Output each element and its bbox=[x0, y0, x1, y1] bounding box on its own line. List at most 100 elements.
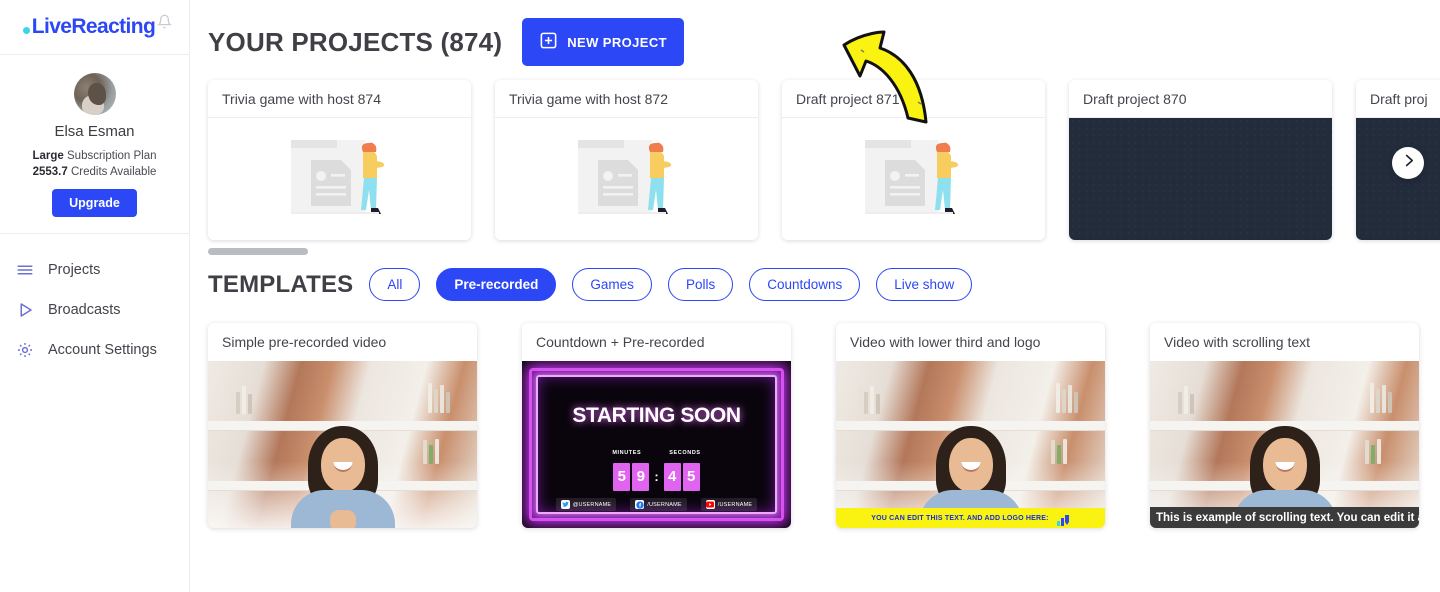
project-card-title: Trivia game with host 872 bbox=[495, 80, 758, 118]
template-card[interactable]: Video with scrolling text This is exampl… bbox=[1150, 323, 1419, 528]
countdown-headline: STARTING SOON bbox=[572, 404, 741, 428]
webcam-photo bbox=[1150, 361, 1419, 528]
template-thumbnail: This is example of scrolling text. You c… bbox=[1150, 361, 1419, 528]
seconds-digit-tens: 4 bbox=[663, 462, 681, 491]
template-filter-live-show[interactable]: Live show bbox=[876, 268, 973, 301]
seconds-digit-ones: 5 bbox=[682, 462, 700, 491]
avatar[interactable] bbox=[73, 73, 116, 115]
template-thumbnail: YOU CAN EDIT THIS TEXT. AND ADD LOGO HER… bbox=[836, 361, 1105, 528]
projects-track: Trivia game with host 874 Trivia game wi… bbox=[208, 80, 1440, 240]
scrolling-text-bar: This is example of scrolling text. You c… bbox=[1150, 507, 1419, 528]
template-card[interactable]: Countdown + Pre-recorded STARTING SOON M… bbox=[522, 323, 791, 528]
template-card-title: Video with scrolling text bbox=[1164, 334, 1311, 350]
projects-carousel[interactable]: Trivia game with host 874 Trivia game wi… bbox=[190, 80, 1440, 255]
play-triangle-icon bbox=[16, 301, 34, 319]
projects-scrollbar-thumb[interactable] bbox=[208, 248, 308, 255]
brand-name: LiveReacting bbox=[31, 15, 156, 38]
profile-block: Elsa Esman Large Subscription Plan 2553.… bbox=[0, 55, 189, 234]
templates-title: TEMPLATES bbox=[208, 270, 354, 298]
main-content: YOUR PROJECTS (874) NEW PROJECT Trivia g… bbox=[190, 0, 1440, 592]
facebook-icon bbox=[635, 500, 645, 509]
social-handle: /USERNAME bbox=[647, 501, 682, 508]
project-card[interactable]: Draft project 870 bbox=[1069, 80, 1332, 240]
subscription-plan: Large Subscription Plan bbox=[10, 150, 179, 162]
scrolling-text: This is example of scrolling text. You c… bbox=[1156, 511, 1419, 524]
template-filter-countdowns[interactable]: Countdowns bbox=[749, 268, 861, 301]
sidebar-item-label: Broadcasts bbox=[48, 302, 121, 318]
template-filter-polls[interactable]: Polls bbox=[667, 268, 734, 301]
countdown-socials: @USERNAME /USERNAME /USERNAME bbox=[522, 498, 791, 511]
credits-available: 2553.7 Credits Available bbox=[10, 166, 179, 178]
project-thumbnail bbox=[1069, 118, 1332, 240]
carousel-next-button[interactable] bbox=[1392, 147, 1424, 179]
new-project-label: NEW PROJECT bbox=[567, 34, 667, 50]
template-card-title: Video with lower third and logo bbox=[850, 334, 1041, 350]
project-card-title: Trivia game with host 874 bbox=[208, 80, 471, 118]
projects-header: YOUR PROJECTS (874) NEW PROJECT bbox=[190, 0, 1440, 66]
credits-value: 2553.7 bbox=[32, 166, 68, 178]
project-card[interactable]: Trivia game with host 874 bbox=[208, 80, 471, 240]
minutes-label: MINUTES bbox=[612, 449, 642, 456]
projects-scrollbar-track[interactable] bbox=[208, 248, 1440, 255]
countdown-digits: 5 9 : 4 5 bbox=[522, 462, 791, 491]
template-card[interactable]: Simple pre-recorded video bbox=[208, 323, 477, 528]
webcam-photo bbox=[208, 361, 477, 528]
templates-grid: Simple pre-recorded video Countdown + Pr… bbox=[190, 301, 1440, 528]
plan-label: Subscription Plan bbox=[63, 150, 157, 162]
new-project-button[interactable]: NEW PROJECT bbox=[522, 18, 684, 66]
template-card-title: Simple pre-recorded video bbox=[222, 334, 387, 350]
upgrade-button[interactable]: Upgrade bbox=[52, 189, 137, 217]
sidebar-item-broadcasts[interactable]: Broadcasts bbox=[0, 290, 189, 330]
countdown-colon: : bbox=[654, 469, 659, 485]
page-title: YOUR PROJECTS (874) bbox=[208, 26, 503, 57]
templates-header: TEMPLATES All Pre-recorded Games Polls C… bbox=[190, 250, 1440, 301]
youtube-icon bbox=[705, 500, 715, 509]
seconds-label: SECONDS bbox=[669, 449, 701, 456]
sidebar: LiveReacting Elsa Esman Large Subscripti… bbox=[0, 0, 190, 592]
template-filter-all[interactable]: All bbox=[369, 268, 421, 301]
twitter-icon bbox=[560, 500, 570, 509]
template-thumbnail bbox=[208, 361, 477, 528]
template-thumbnail: STARTING SOON MINUTES SECONDS 5 9 : 4 5 bbox=[522, 361, 791, 528]
social-handle: /USERNAME bbox=[717, 501, 753, 508]
project-card-title: Draft project 870 bbox=[1069, 80, 1332, 118]
placeholder-illustration-icon bbox=[577, 140, 671, 214]
lower-third-bar: YOU CAN EDIT THIS TEXT. AND ADD LOGO HER… bbox=[836, 508, 1105, 528]
gear-icon bbox=[16, 341, 34, 359]
template-filter-pre-recorded[interactable]: Pre-recorded bbox=[436, 268, 557, 301]
minutes-digit-ones: 9 bbox=[632, 462, 650, 491]
project-thumbnail bbox=[495, 118, 758, 240]
template-card-title: Countdown + Pre-recorded bbox=[536, 334, 705, 350]
social-youtube: /USERNAME bbox=[700, 498, 758, 511]
app-root: LiveReacting Elsa Esman Large Subscripti… bbox=[0, 0, 1440, 592]
brand-logo[interactable]: LiveReacting bbox=[0, 0, 189, 55]
plan-value: Large bbox=[32, 150, 64, 162]
social-handle: @USERNAME bbox=[572, 501, 612, 508]
credits-label: Credits Available bbox=[67, 166, 157, 178]
lower-third-text: YOU CAN EDIT THIS TEXT. AND ADD LOGO HER… bbox=[871, 514, 1049, 522]
project-card[interactable]: Draft project 871 bbox=[782, 80, 1045, 240]
template-filter-games[interactable]: Games bbox=[572, 268, 652, 301]
person-illustration bbox=[290, 426, 395, 528]
template-card[interactable]: Video with lower third and logo YOU CAN … bbox=[836, 323, 1105, 528]
sidebar-item-label: Account Settings bbox=[48, 342, 157, 358]
countdown-unit-labels: MINUTES SECONDS bbox=[522, 450, 791, 456]
project-card[interactable]: Trivia game with host 872 bbox=[495, 80, 758, 240]
sidebar-item-projects[interactable]: Projects bbox=[0, 250, 189, 290]
project-thumbnail bbox=[1356, 118, 1440, 240]
placeholder-illustration-icon bbox=[864, 140, 958, 214]
bell-icon[interactable] bbox=[157, 14, 173, 34]
countdown-art: STARTING SOON MINUTES SECONDS 5 9 : 4 5 bbox=[522, 361, 791, 528]
webcam-photo bbox=[836, 361, 1105, 528]
project-card-title: Draft project 871 bbox=[782, 80, 1045, 118]
social-twitter: @USERNAME bbox=[555, 498, 617, 511]
project-thumbnail bbox=[782, 118, 1045, 240]
plus-square-icon bbox=[539, 31, 558, 53]
project-thumbnail bbox=[208, 118, 471, 240]
logo-dot-icon bbox=[22, 26, 30, 34]
placeholder-illustration-icon bbox=[290, 140, 384, 214]
profile-name: Elsa Esman bbox=[54, 123, 135, 140]
brand-logo-icon bbox=[1056, 513, 1070, 526]
sidebar-item-account-settings[interactable]: Account Settings bbox=[0, 330, 189, 370]
hamburger-icon bbox=[16, 261, 34, 279]
